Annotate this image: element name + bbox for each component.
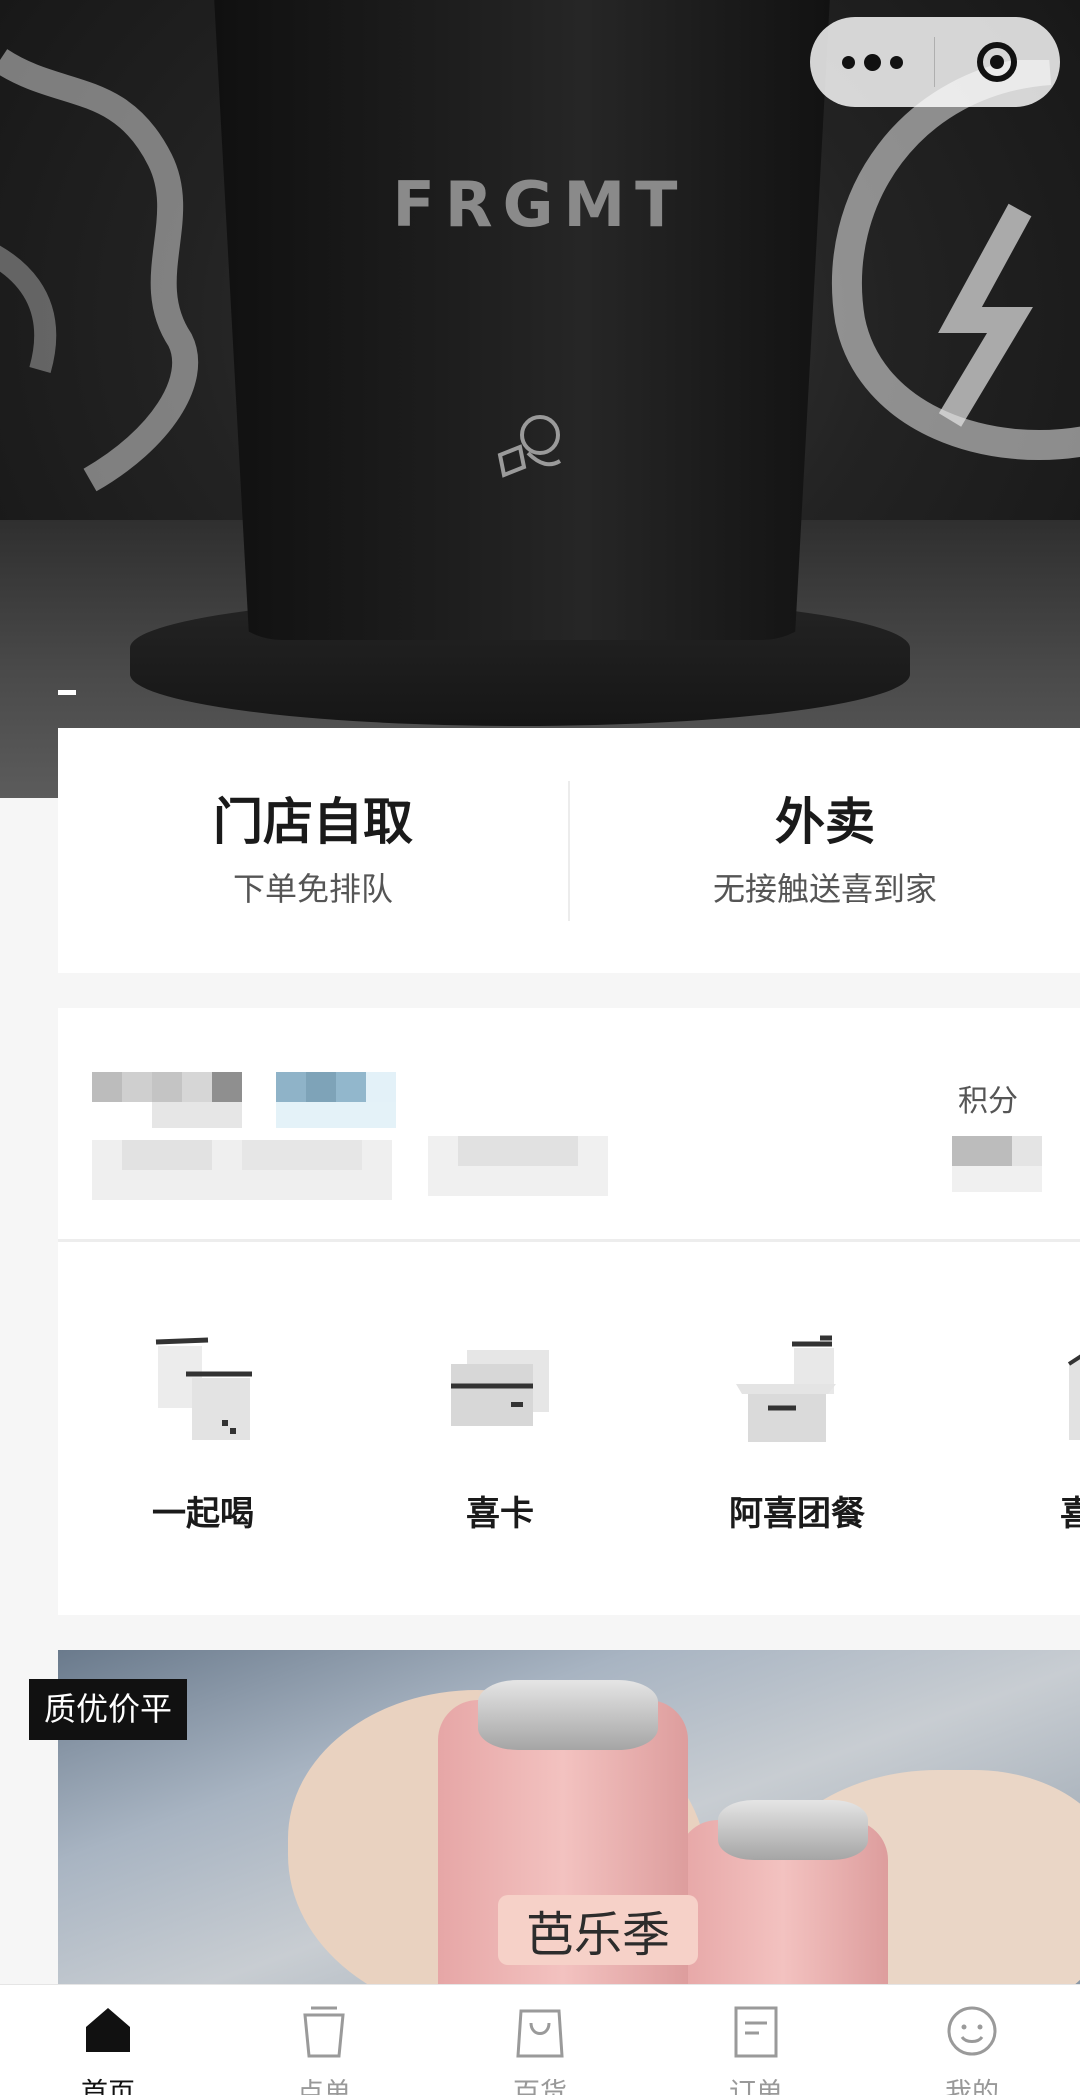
target-close-icon [977, 42, 1017, 82]
group-meal-icon [736, 1335, 836, 1442]
service-group-meal[interactable]: 阿喜团餐 [687, 1242, 907, 1615]
brand-logo-icon [497, 415, 562, 478]
close-button[interactable] [935, 17, 1059, 107]
home-icon [86, 2008, 130, 2052]
promo-tag: 质优价平 [29, 1679, 188, 1740]
carousel-indicator [58, 690, 76, 695]
tab-home-label: 首页 [81, 2078, 135, 2095]
service-drink-together-label: 一起喝 [152, 1494, 254, 1534]
gift-card-icon [451, 1350, 549, 1426]
service-gift-card[interactable]: 喜卡 [390, 1242, 610, 1615]
services-row: 一起喝 喜卡 阿喜团餐 喜茶 [58, 1242, 1080, 1615]
pickup-title: 门店自取 [213, 792, 413, 851]
service-drink-together[interactable]: 一起喝 [93, 1242, 313, 1615]
pickup-option[interactable]: 门店自取 下单免排队 [58, 797, 568, 905]
cup-icon [303, 2006, 345, 2058]
promo-jar-large-lid [478, 1680, 658, 1750]
hero-cup [212, 0, 832, 640]
member-card[interactable]: 积分 [58, 1008, 1080, 1239]
order-mode-card: 门店自取 下单免排队 外卖 无接触送喜到家 [58, 728, 1080, 973]
tab-mine[interactable]: 我的 [864, 1985, 1080, 2095]
order-list-icon [734, 2006, 778, 2058]
pickup-subtitle: 下单免排队 [232, 869, 393, 908]
more-dots-icon-right [889, 55, 903, 69]
smiley-icon [947, 2006, 997, 2056]
tab-order[interactable]: 点单 [216, 1985, 432, 2095]
shopping-bag-icon [516, 2009, 564, 2058]
service-tea-label: 喜茶 [1060, 1494, 1080, 1534]
tab-orders[interactable]: 订单 [648, 1985, 864, 2095]
delivery-subtitle: 无接触送喜到家 [712, 869, 937, 908]
bottom-tab-bar: 首页 点单 百货 订单 我的 [0, 1984, 1080, 2095]
more-dots-icon [841, 55, 855, 69]
more-button[interactable] [810, 17, 934, 107]
service-tea[interactable]: 喜茶 [984, 1242, 1080, 1615]
cups-together-icon [155, 1337, 252, 1440]
tab-mine-label: 我的 [945, 2078, 999, 2095]
mini-program-capsule [810, 17, 1060, 107]
tab-orders-label: 订单 [729, 2078, 783, 2095]
service-gift-card-label: 喜卡 [466, 1494, 534, 1534]
hero-banner[interactable]: FRGMT [0, 0, 1080, 798]
tea-icon [1067, 1354, 1080, 1440]
hero-brand-text: FRGMT [392, 168, 688, 241]
promo-jar-label: 芭乐季 [498, 1895, 698, 1965]
hero-decoration-right [831, 60, 1080, 460]
promo-jar-small-lid [718, 1800, 868, 1860]
tab-shop-label: 百货 [513, 2078, 567, 2095]
hero-decoration-left [0, 48, 199, 492]
promo-banner[interactable]: 芭乐季 [58, 1650, 1080, 1984]
service-group-meal-label: 阿喜团餐 [729, 1494, 865, 1534]
delivery-title: 外卖 [775, 792, 875, 851]
delivery-option[interactable]: 外卖 无接触送喜到家 [570, 797, 1080, 905]
tab-home[interactable]: 首页 [0, 1985, 216, 2095]
points-label: 积分 [958, 1084, 1018, 1119]
more-dots-icon-center [863, 53, 881, 71]
tab-order-label: 点单 [297, 2078, 351, 2095]
tab-shop[interactable]: 百货 [432, 1985, 648, 2095]
